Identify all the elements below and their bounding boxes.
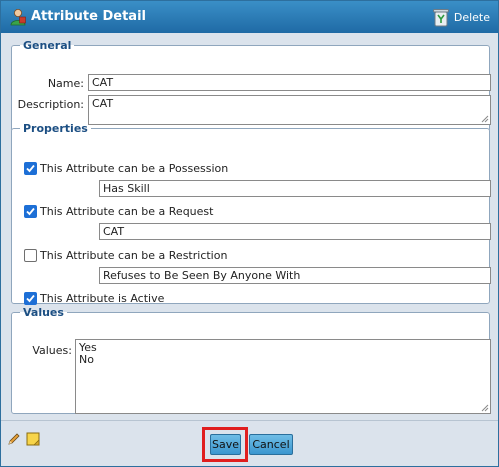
save-button[interactable]: Save <box>210 434 241 455</box>
possession-checkbox-row[interactable]: This Attribute can be a Possession <box>24 162 228 175</box>
active-checkbox-row[interactable]: This Attribute is Active <box>24 292 164 305</box>
general-legend: General <box>23 39 72 52</box>
check-icon <box>26 164 35 173</box>
values-label: Values: <box>32 344 72 357</box>
restriction-value-field[interactable]: Refuses to Be Seen By Anyone With <box>99 267 491 284</box>
request-checkbox-row[interactable]: This Attribute can be a Request <box>24 205 213 218</box>
possession-label: This Attribute can be a Possession <box>40 162 229 175</box>
active-label: This Attribute is Active <box>40 292 165 305</box>
active-checkbox[interactable] <box>24 292 37 305</box>
pencil-icon[interactable] <box>7 432 21 446</box>
user-icon <box>10 9 26 26</box>
name-field[interactable]: CAT <box>88 74 491 91</box>
window-title: Attribute Detail <box>31 9 146 24</box>
footer-bar: Save Cancel <box>1 420 498 466</box>
description-label: Description: <box>17 98 84 111</box>
name-label: Name: <box>47 77 84 90</box>
request-checkbox[interactable] <box>24 205 37 218</box>
note-icon[interactable] <box>25 431 41 447</box>
properties-legend: Properties <box>23 122 88 135</box>
resize-grip-icon[interactable] <box>480 403 489 412</box>
restriction-checkbox[interactable] <box>24 249 37 262</box>
values-section: Values Values: Yes No <box>11 306 491 414</box>
check-icon <box>26 294 35 303</box>
values-field[interactable]: Yes No <box>75 339 491 414</box>
restriction-checkbox-row[interactable]: This Attribute can be a Restriction <box>24 249 227 262</box>
cancel-button[interactable]: Cancel <box>249 434 293 455</box>
trash-icon <box>432 9 449 27</box>
title-bar: Attribute Detail Delete <box>1 1 498 33</box>
description-field[interactable]: CAT <box>88 95 491 125</box>
restriction-label: This Attribute can be a Restriction <box>40 249 228 262</box>
detail-form: General Name: CAT Description: CAT Prope… <box>1 33 498 420</box>
possession-checkbox[interactable] <box>24 162 37 175</box>
request-label: This Attribute can be a Request <box>40 205 214 218</box>
attribute-detail-window: Attribute Detail Delete General Name: CA… <box>0 0 499 467</box>
delete-button[interactable]: Delete <box>432 6 490 28</box>
request-value-field[interactable]: CAT <box>99 223 491 240</box>
possession-value-field[interactable]: Has Skill <box>99 180 491 197</box>
delete-label: Delete <box>453 10 490 24</box>
check-icon <box>26 207 35 216</box>
values-legend: Values <box>23 306 64 319</box>
properties-section: Properties This Attribute can be a Posse… <box>11 122 491 305</box>
